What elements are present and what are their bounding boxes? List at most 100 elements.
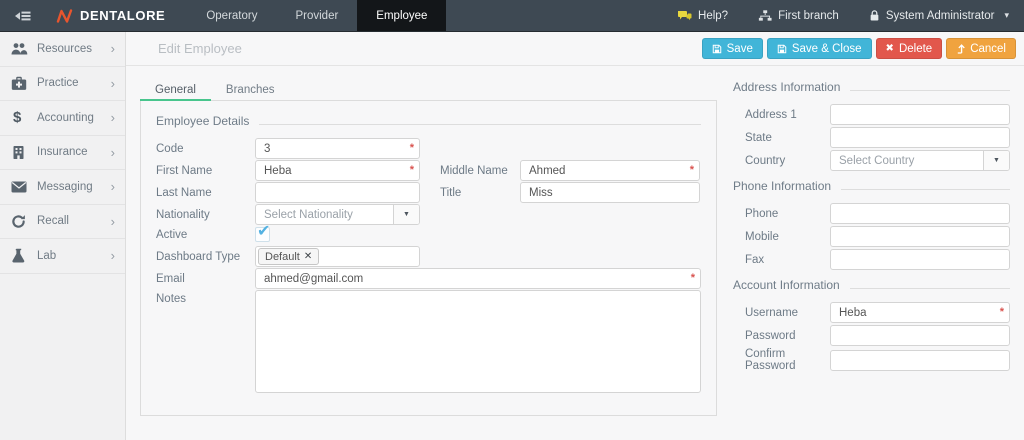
chevron-right-icon: › [111, 110, 115, 125]
middle-name-input[interactable] [520, 160, 700, 181]
state-row: State [733, 127, 1010, 148]
employee-form-section: General Branches Employee Details Code *… [140, 80, 717, 416]
brand-name: DENTALORE [80, 8, 165, 23]
active-checkbox[interactable]: ✔ [255, 227, 270, 242]
country-select[interactable]: Select Country ▼ [830, 150, 1010, 171]
sidebar-item-label: Insurance [37, 146, 88, 158]
phone-information-legend: Phone Information [733, 179, 1010, 193]
sidebar-item-accounting[interactable]: $ Accounting › [0, 101, 125, 136]
envelope-icon [11, 181, 37, 193]
first-name-input[interactable] [255, 160, 420, 181]
main-content: Edit Employee Save Save & Close ✖ Delete [126, 32, 1024, 440]
caret-down-icon: ▼ [983, 151, 1009, 170]
notes-textarea[interactable] [255, 290, 701, 393]
sidebar-item-lab[interactable]: Lab › [0, 239, 125, 274]
medical-bag-icon [11, 76, 37, 91]
employee-details-legend-text: Employee Details [156, 114, 249, 128]
phone-information-legend-text: Phone Information [733, 179, 831, 193]
chevron-right-icon: › [111, 145, 115, 160]
fax-input[interactable] [830, 249, 1010, 270]
country-select-value: Select Country [831, 151, 983, 170]
code-label: Code [156, 143, 255, 155]
phone-input[interactable] [830, 203, 1010, 224]
dashboard-type-row: Dashboard Type Default ✕ [156, 246, 701, 267]
branch-menu[interactable]: First branch [743, 0, 854, 31]
chevron-right-icon: › [111, 214, 115, 229]
delete-button[interactable]: ✖ Delete [876, 38, 943, 59]
user-label: System Administrator [886, 10, 995, 22]
email-input[interactable] [255, 268, 701, 289]
branch-label: First branch [778, 10, 839, 22]
sidebar-item-label: Accounting [37, 112, 94, 124]
mobile-input[interactable] [830, 226, 1010, 247]
phone-label: Phone [733, 208, 830, 220]
state-input[interactable] [830, 127, 1010, 148]
first-name-label: First Name [156, 165, 255, 177]
help-menu[interactable]: Help? [662, 0, 743, 31]
legend-divider [850, 288, 1010, 289]
sidebar-item-practice[interactable]: Practice › [0, 67, 125, 102]
user-menu[interactable]: System Administrator ▾ [854, 0, 1024, 31]
dashboard-type-tag-label: Default [265, 251, 300, 263]
required-marker: * [410, 142, 414, 154]
last-name-input[interactable] [255, 182, 420, 203]
email-row: Email * [156, 268, 701, 289]
tag-remove-icon[interactable]: ✕ [304, 251, 312, 262]
address1-label: Address 1 [733, 109, 830, 121]
nav-item-provider[interactable]: Provider [276, 0, 357, 31]
cancel-button[interactable]: Cancel [946, 38, 1016, 59]
dashboard-type-input[interactable]: Default ✕ [255, 246, 420, 267]
notes-label: Notes [156, 290, 255, 305]
delete-button-label: Delete [899, 43, 932, 55]
sidebar-item-recall[interactable]: Recall › [0, 205, 125, 240]
sidebar-item-label: Messaging [37, 181, 93, 193]
cancel-arrow-icon [956, 43, 965, 54]
address1-input[interactable] [830, 104, 1010, 125]
employee-details-panel: Employee Details Code * First Name * Mid… [140, 101, 717, 416]
address1-row: Address 1 [733, 104, 1010, 125]
confirm-password-input[interactable] [830, 350, 1010, 371]
nationality-select[interactable]: Select Nationality ▼ [255, 204, 420, 225]
legend-divider [841, 189, 1010, 190]
sidebar: Resources › Practice › $ Accounting › In… [0, 32, 126, 440]
fax-row: Fax [733, 249, 1010, 270]
page-title: Edit Employee [158, 41, 242, 56]
collapse-menu-icon [11, 9, 33, 23]
lock-icon [869, 9, 880, 22]
mobile-label: Mobile [733, 231, 830, 243]
sidebar-item-label: Recall [37, 215, 69, 227]
last-name-title-row: Last Name Title [156, 182, 701, 203]
password-row: Password [733, 325, 1010, 346]
nav-item-employee[interactable]: Employee [357, 0, 446, 31]
sidebar-item-resources[interactable]: Resources › [0, 32, 125, 67]
delete-x-icon: ✖ [886, 43, 894, 54]
brand[interactable]: DENTALORE [44, 0, 187, 31]
sidebar-item-messaging[interactable]: Messaging › [0, 170, 125, 205]
address-information-legend: Address Information [733, 80, 1010, 94]
confirm-password-row: Confirm Password [733, 348, 1010, 372]
save-and-close-button[interactable]: Save & Close [767, 38, 872, 59]
dashboard-type-label: Dashboard Type [156, 251, 255, 263]
sidebar-collapse-button[interactable] [0, 0, 44, 31]
password-input[interactable] [830, 325, 1010, 346]
state-label: State [733, 132, 830, 144]
country-row: Country Select Country ▼ [733, 150, 1010, 171]
tab-branches[interactable]: Branches [211, 80, 290, 100]
floppy-icon [712, 44, 722, 54]
confirm-password-label: Confirm Password [733, 348, 830, 372]
action-buttons: Save Save & Close ✖ Delete Cancel [702, 38, 1016, 59]
save-and-close-button-label: Save & Close [792, 43, 862, 55]
title-input[interactable] [520, 182, 700, 203]
nav-item-operatory[interactable]: Operatory [187, 0, 276, 31]
check-icon: ✔ [257, 221, 270, 241]
nationality-label: Nationality [156, 209, 255, 221]
code-input[interactable] [255, 138, 420, 159]
chevron-right-icon: › [111, 179, 115, 194]
chevron-right-icon: › [111, 248, 115, 263]
username-input[interactable] [830, 302, 1010, 323]
tab-general[interactable]: General [140, 80, 211, 101]
save-button[interactable]: Save [702, 38, 763, 59]
required-marker: * [690, 164, 694, 176]
users-icon [11, 42, 37, 56]
sidebar-item-insurance[interactable]: Insurance › [0, 136, 125, 171]
